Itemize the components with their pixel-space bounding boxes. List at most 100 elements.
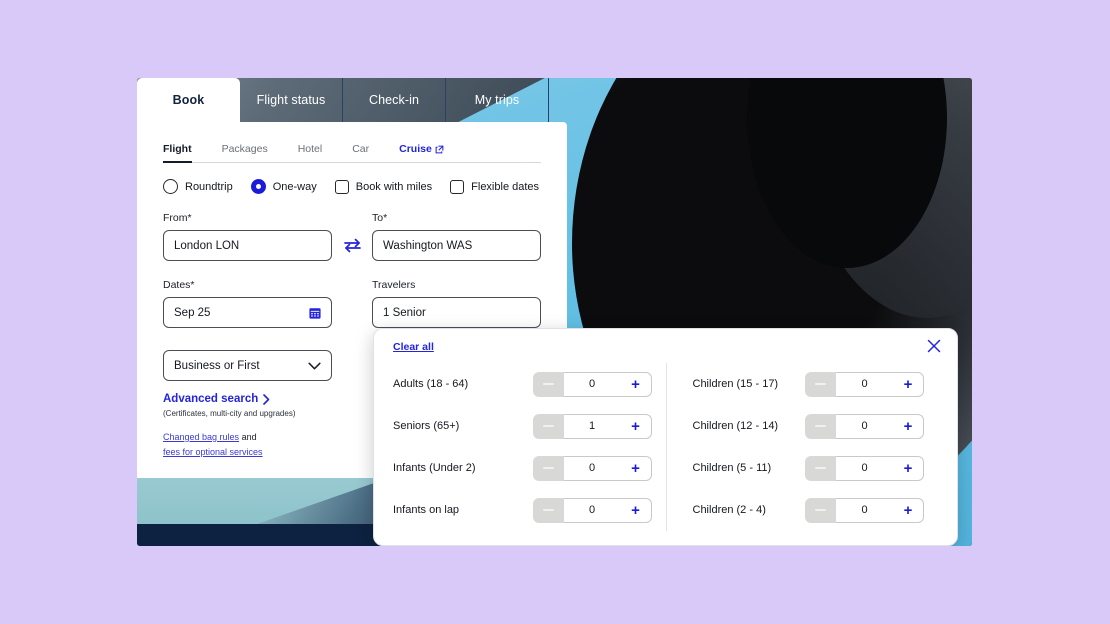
stepper-label-seniors: Seniors (65+)	[393, 420, 460, 432]
primary-tab-bar: Book Flight status Check-in My trips	[137, 78, 549, 122]
tab-check-in-label: Check-in	[368, 93, 420, 107]
travelers-popup-header: Clear all	[374, 329, 957, 363]
increment-children-2-4-button[interactable]: +	[893, 497, 924, 523]
close-icon[interactable]	[925, 337, 943, 355]
minus-icon	[815, 466, 826, 470]
increment-adults-button[interactable]: +	[620, 371, 652, 397]
book-with-miles-checkbox-icon[interactable]	[334, 179, 349, 194]
stepper-children-2-4: 0 +	[805, 497, 924, 523]
tab-my-trips[interactable]: My trips	[446, 78, 549, 122]
product-subtab-bar: Flight Packages Hotel Car Cruise	[163, 132, 541, 163]
travelers-label: Travelers	[372, 279, 416, 291]
stepper-label-adults: Adults (18 - 64)	[393, 378, 469, 390]
decrement-infants-on-lap-button[interactable]	[532, 497, 564, 523]
travelers-input[interactable]: 1 Senior	[372, 297, 541, 328]
cabin-class-select[interactable]: Business or First	[163, 350, 332, 381]
tab-my-trips-label: My trips	[474, 93, 520, 107]
option-roundtrip-label: Roundtrip	[185, 180, 233, 193]
roundtrip-radio-icon[interactable]	[163, 179, 178, 194]
row-spacer	[332, 297, 372, 328]
tab-book[interactable]: Book	[137, 78, 240, 122]
tab-flight-status[interactable]: Flight status	[240, 78, 343, 122]
stepper-infants-under-2: 0 +	[532, 455, 652, 481]
option-flexible-dates[interactable]: Flexible dates	[450, 179, 540, 194]
from-input-value: London LON	[174, 239, 240, 252]
stepper-row-infants-under-2: Infants (Under 2) 0 +	[393, 447, 666, 489]
airline-booking-window: Book Flight status Check-in My trips Fli…	[137, 78, 972, 546]
travelers-field-group: Travelers 1 Senior	[372, 279, 541, 328]
minus-icon	[542, 424, 554, 428]
subtab-cruise-label: Cruise	[399, 143, 432, 155]
decrement-children-5-11-button[interactable]	[805, 455, 836, 481]
option-flexible-dates-label: Flexible dates	[471, 180, 540, 193]
subtab-cruise[interactable]: Cruise	[399, 143, 444, 162]
changed-bag-rules-link[interactable]: Changed bag rules	[163, 432, 239, 442]
stepper-label-children-15-17: Children (15 - 17)	[692, 378, 779, 390]
flexible-dates-checkbox-icon[interactable]	[450, 179, 465, 194]
decrement-seniors-button[interactable]	[532, 413, 564, 439]
decrement-infants-under-2-button[interactable]	[532, 455, 564, 481]
travelers-right-column: Children (15 - 17) 0 + Children (12 - 14…	[665, 363, 939, 531]
advanced-search-label: Advanced search	[163, 393, 259, 405]
external-link-icon	[435, 145, 444, 153]
origin-destination-row: From* London LON To* Washington WAS	[163, 212, 541, 261]
dates-field-group: Dates* Sep 25	[163, 279, 332, 328]
infants-on-lap-count-value[interactable]: 0	[563, 497, 621, 523]
one-way-radio-icon[interactable]	[250, 179, 266, 194]
decrement-children-2-4-button[interactable]	[805, 497, 836, 523]
children-5-11-count-value[interactable]: 0	[836, 455, 893, 481]
stepper-label-children-5-11: Children (5 - 11)	[692, 462, 772, 474]
minus-icon	[815, 382, 826, 386]
subtab-flight[interactable]: Flight	[163, 143, 192, 163]
travelers-left-column: Adults (18 - 64) 0 + Seniors (65+) 1 + I…	[393, 363, 666, 531]
tab-book-label: Book	[172, 93, 205, 107]
from-input[interactable]: London LON	[163, 230, 332, 261]
subtab-packages[interactable]: Packages	[222, 143, 268, 162]
chevron-down-icon	[308, 362, 321, 369]
travelers-stepper-columns: Adults (18 - 64) 0 + Seniors (65+) 1 + I…	[374, 363, 957, 531]
children-12-14-count-value[interactable]: 0	[836, 413, 893, 439]
stepper-row-children-5-11: Children (5 - 11) 0 +	[693, 447, 939, 489]
stepper-row-children-2-4: Children (2 - 4) 0 +	[693, 489, 939, 531]
minus-icon	[542, 466, 554, 470]
increment-seniors-button[interactable]: +	[620, 413, 652, 439]
increment-children-12-14-button[interactable]: +	[893, 413, 924, 439]
option-roundtrip[interactable]: Roundtrip	[163, 179, 233, 194]
calendar-icon[interactable]	[309, 307, 321, 319]
from-field-group: From* London LON	[163, 212, 332, 261]
increment-children-15-17-button[interactable]: +	[893, 371, 924, 397]
subtab-car[interactable]: Car	[352, 143, 369, 162]
children-2-4-count-value[interactable]: 0	[836, 497, 893, 523]
option-one-way[interactable]: One-way	[250, 179, 317, 194]
decrement-children-15-17-button[interactable]	[805, 371, 836, 397]
increment-infants-on-lap-button[interactable]: +	[620, 497, 652, 523]
chevron-right-icon	[263, 393, 270, 405]
decrement-children-12-14-button[interactable]	[805, 413, 836, 439]
seniors-count-value[interactable]: 1	[563, 413, 621, 439]
stepper-children-12-14: 0 +	[805, 413, 924, 439]
stepper-row-children-12-14: Children (12 - 14) 0 +	[693, 405, 939, 447]
stepper-label-children-2-4: Children (2 - 4)	[692, 504, 766, 516]
increment-children-5-11-button[interactable]: +	[893, 455, 924, 481]
stepper-children-5-11: 0 +	[805, 455, 924, 481]
stepper-row-adults: Adults (18 - 64) 0 +	[393, 363, 666, 405]
dates-input[interactable]: Sep 25	[163, 297, 332, 328]
clear-all-link[interactable]: Clear all	[393, 341, 434, 353]
bag-links-conjunction: and	[239, 432, 257, 442]
to-label: To*	[372, 212, 388, 224]
option-book-with-miles[interactable]: Book with miles	[334, 179, 432, 194]
subtab-hotel[interactable]: Hotel	[298, 143, 323, 162]
decrement-adults-button[interactable]	[532, 371, 564, 397]
optional-services-fees-link[interactable]: fees for optional services	[163, 447, 263, 457]
infants-under-2-count-value[interactable]: 0	[563, 455, 621, 481]
swap-airports-button[interactable]	[332, 230, 372, 261]
to-input[interactable]: Washington WAS	[372, 230, 541, 261]
cabin-class-value: Business or First	[174, 359, 260, 372]
adults-count-value[interactable]: 0	[563, 371, 621, 397]
stepper-seniors: 1 +	[532, 413, 652, 439]
children-15-17-count-value[interactable]: 0	[836, 371, 893, 397]
stepper-label-infants-under-2: Infants (Under 2)	[393, 462, 476, 474]
minus-icon	[815, 424, 826, 428]
tab-check-in[interactable]: Check-in	[343, 78, 446, 122]
increment-infants-under-2-button[interactable]: +	[620, 455, 652, 481]
